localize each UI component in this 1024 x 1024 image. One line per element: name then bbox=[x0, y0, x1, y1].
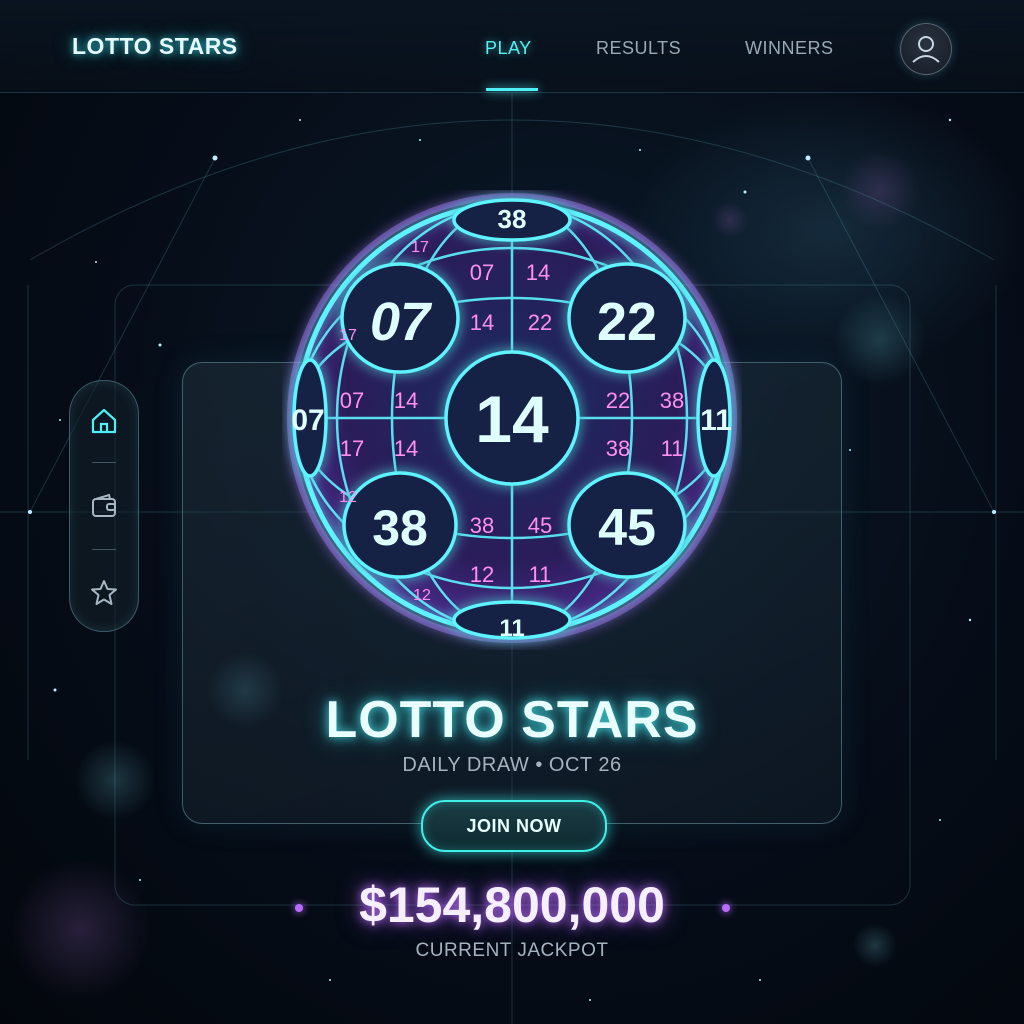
orb-large-number: 45 bbox=[598, 499, 656, 557]
lottery-orb: 14 07 22 38 45 38 11 07 11 07 14 14 22 0… bbox=[282, 190, 742, 650]
orb-small-number: 07 bbox=[470, 260, 494, 285]
nav-active-indicator bbox=[486, 88, 538, 91]
orb-small-number: 14 bbox=[470, 310, 494, 335]
orb-small-number: 07 bbox=[340, 388, 364, 413]
orb-small-number: 14 bbox=[394, 436, 418, 461]
orb-center-number: 14 bbox=[475, 382, 549, 456]
orb-small-number: 14 bbox=[526, 260, 550, 285]
nav-results[interactable]: RESULTS bbox=[596, 38, 681, 59]
orb-small-number: 17 bbox=[411, 239, 429, 256]
orb-large-number: 22 bbox=[597, 292, 657, 352]
rail-divider bbox=[92, 549, 116, 550]
orb-small-number: 11 bbox=[661, 436, 684, 461]
home-icon bbox=[91, 408, 117, 434]
top-nav-bar: LOTTO STARS PLAY RESULTS WINNERS bbox=[0, 0, 1024, 93]
orb-small-number: 22 bbox=[528, 310, 552, 335]
jackpot-label: CURRENT JACKPOT bbox=[415, 940, 609, 961]
orb-left-number: 07 bbox=[291, 404, 324, 437]
star-icon bbox=[91, 580, 117, 605]
rail-wallet-button[interactable] bbox=[84, 486, 124, 526]
draw-date: DAILY DRAW • OCT 26 bbox=[402, 754, 622, 776]
user-icon bbox=[912, 36, 940, 63]
orb-small-number: 11 bbox=[529, 562, 552, 587]
rail-home-button[interactable] bbox=[84, 401, 124, 441]
orb-small-number: 45 bbox=[528, 513, 552, 538]
orb-small-number: 38 bbox=[470, 513, 494, 538]
wallet-icon bbox=[92, 493, 116, 517]
orb-small-number: 22 bbox=[606, 388, 630, 413]
orb-right-number: 11 bbox=[700, 404, 732, 437]
nav-winners[interactable]: WINNERS bbox=[745, 38, 834, 59]
orb-small-number: 17 bbox=[340, 436, 364, 461]
orb-small-number: 14 bbox=[394, 388, 418, 413]
orb-top-number: 38 bbox=[498, 204, 527, 234]
orb-bottom-number: 11 bbox=[499, 615, 524, 642]
orb-large-number: 38 bbox=[372, 500, 428, 556]
orb-small-number: 12 bbox=[339, 489, 357, 506]
side-rail bbox=[69, 380, 139, 632]
orb-small-number: 38 bbox=[606, 436, 630, 461]
draw-title: LOTTO STARS bbox=[325, 691, 699, 749]
profile-avatar-button[interactable] bbox=[900, 23, 952, 75]
orb-small-number: 17 bbox=[339, 327, 357, 344]
rail-favorites-button[interactable] bbox=[84, 573, 124, 613]
orb-large-number: 07 bbox=[370, 292, 433, 352]
orb-small-number: 12 bbox=[413, 587, 431, 604]
rail-divider bbox=[92, 462, 116, 463]
jackpot-amount: $154,800,000 bbox=[359, 877, 665, 933]
orb-small-number: 12 bbox=[470, 562, 494, 587]
orb-small-number: 38 bbox=[660, 388, 684, 413]
brand-logo[interactable]: LOTTO STARS bbox=[72, 33, 238, 60]
nav-play[interactable]: PLAY bbox=[485, 38, 532, 59]
join-now-button[interactable]: JOIN NOW bbox=[421, 800, 607, 852]
